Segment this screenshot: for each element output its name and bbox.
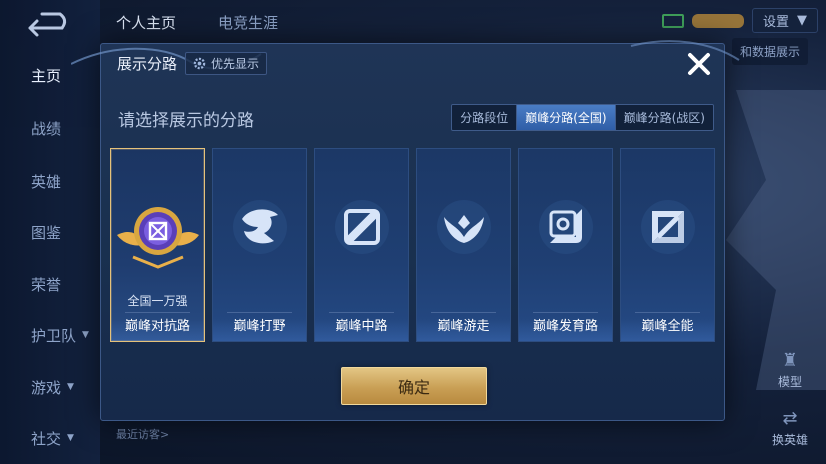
lane-cards: 全国一万强巅峰对抗路 巅峰打野 巅峰中路 巅峰游走 巅峰发育路 巅峰全能 [110, 148, 715, 342]
swap-icon: ⇄ [782, 408, 798, 429]
nav-item-label: 主页 [31, 66, 62, 85]
lane-card-label: 巅峰中路 [335, 319, 388, 334]
nav-item[interactable]: 战绩 [0, 113, 100, 143]
mid-lane-icon [332, 197, 392, 257]
nav-item[interactable]: 护卫队 ▼ [0, 320, 100, 350]
tab-personal-home[interactable]: 个人主页 [116, 12, 176, 33]
lane-card[interactable]: 巅峰中路 [314, 148, 409, 342]
close-icon[interactable] [684, 49, 714, 79]
lane-card-label: 巅峰发育路 [532, 319, 598, 334]
model-icon: ♜ [781, 350, 799, 371]
network-status-icon [661, 13, 684, 28]
nav-item[interactable]: 荣誉 [0, 269, 100, 299]
model-button[interactable]: ♜ 模型 [770, 350, 810, 390]
dialog-title: 展示分路 [117, 54, 178, 73]
nav-item-label: 英雄 [31, 172, 62, 191]
lane-card-label: 巅峰打野 [233, 319, 286, 334]
nav-item-label: 荣誉 [31, 275, 62, 294]
lane-display-dialog: 展示分路 优先显示 请选择展示的分路 分路段位 巅峰分路(全国) 巅峰分路(战区) … [71, 40, 740, 421]
nav-item[interactable]: 英雄 [0, 166, 100, 196]
data-display-toggle[interactable]: 和数据展示 [731, 38, 808, 65]
priority-display-button[interactable]: 优先显示 [185, 51, 268, 75]
all-round-icon [638, 197, 698, 257]
switch-hero-button[interactable]: ⇄ 换英雄 [770, 408, 810, 448]
confirm-button[interactable]: 确定 [341, 367, 487, 405]
lane-card-label: 巅峰游走 [437, 319, 490, 334]
chevron-down-icon: ▼ [67, 382, 74, 392]
dialog-subtitle: 请选择展示的分路 [118, 111, 254, 131]
lane-card[interactable]: 巅峰全能 [620, 148, 715, 342]
lane-card[interactable]: 巅峰发育路 [518, 148, 613, 342]
nav-item-label: 战绩 [31, 119, 62, 138]
settings-label: 设置 [762, 15, 789, 30]
chevron-down-icon: ▼ [67, 433, 74, 443]
priority-display-label: 优先显示 [211, 56, 260, 71]
nav-item[interactable]: 游戏 ▼ [0, 372, 100, 402]
gear-icon [193, 57, 206, 69]
card-divider [329, 312, 394, 313]
nav-item[interactable]: 社交 ▼ [0, 423, 100, 453]
card-divider [533, 312, 598, 313]
lane-rank-text: 全国一万强 [127, 294, 188, 308]
chevron-down-icon: ▼ [82, 330, 89, 340]
tab-esports-career[interactable]: 电竞生涯 [218, 12, 278, 33]
switch-hero-label: 换英雄 [771, 433, 808, 447]
lane-source-tabs: 分路段位 巅峰分路(全国) 巅峰分路(战区) [451, 104, 714, 131]
card-divider [635, 312, 700, 313]
nav-item-label: 护卫队 [31, 326, 77, 345]
lane-card-label: 巅峰全能 [641, 319, 694, 334]
lane-source-tab[interactable]: 分路段位 [452, 105, 518, 130]
nav-item[interactable]: 图鉴 [0, 217, 100, 247]
roam-wings-icon [434, 197, 494, 257]
card-divider [227, 312, 292, 313]
lane-source-tab[interactable]: 巅峰分路(战区) [615, 105, 713, 130]
hero-silhouette [726, 90, 826, 390]
lane-card[interactable]: 巅峰打野 [212, 148, 307, 342]
gold-badge [691, 13, 744, 28]
farm-lane-icon [536, 197, 596, 257]
back-arrow-icon[interactable] [22, 8, 72, 38]
clash-lane-emblem-icon [113, 187, 203, 277]
nav-item-label: 图鉴 [31, 223, 62, 242]
top-tabs: 个人主页 电竞生涯 [116, 12, 278, 33]
dialog-header: 展示分路 优先显示 [101, 44, 724, 82]
top-right-bar: 设置 ▼ [661, 8, 818, 33]
jungle-dragon-icon [230, 197, 290, 257]
lane-card-label: 巅峰对抗路 [124, 319, 190, 334]
lane-card[interactable]: 全国一万强巅峰对抗路 [110, 148, 205, 342]
chevron-down-icon: ▼ [797, 13, 807, 28]
settings-button[interactable]: 设置 ▼ [751, 8, 818, 33]
nav-item-label: 游戏 [31, 378, 62, 397]
lane-source-tab[interactable]: 巅峰分路(全国) [517, 105, 616, 130]
model-label: 模型 [777, 375, 802, 389]
lane-card[interactable]: 巅峰游走 [416, 148, 511, 342]
card-divider [431, 312, 496, 313]
nav-item[interactable]: 主页 [0, 60, 100, 90]
nav-item-label: 社交 [31, 429, 62, 448]
card-divider [125, 312, 190, 313]
recent-visitors[interactable]: 最近访客> [116, 426, 169, 442]
